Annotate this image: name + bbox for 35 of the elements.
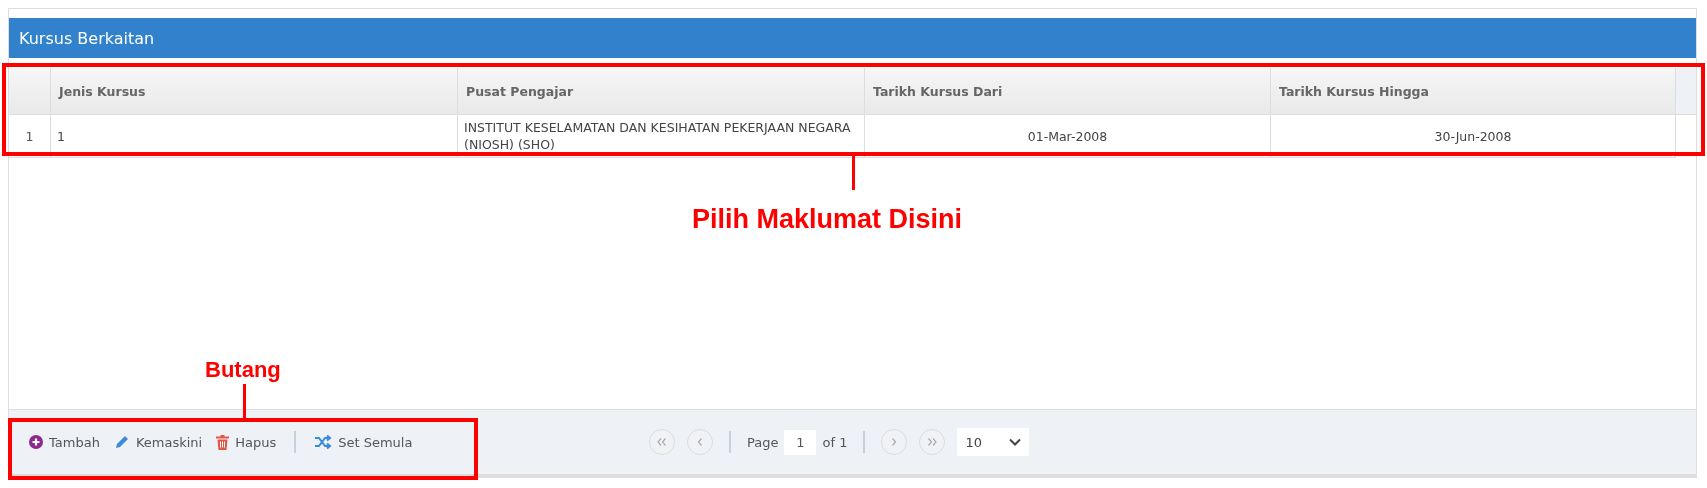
annotation-label: Pilih Maklumat Disini — [692, 204, 963, 235]
scrollbar-header — [1676, 68, 1696, 114]
column-header: Pusat Pengajar — [458, 68, 865, 114]
table-row[interactable]: 1 1 INSTITUT KESELAMATAN DAN KESIHATAN PEKERJAAN NEGARA (NIOSH) (SHO) 01-Mar-2008 30-Jun-2008 — [9, 115, 1676, 158]
column-header: Jenis Kursus — [51, 68, 458, 114]
page-count: of 1 — [822, 434, 848, 450]
last-page-button[interactable] — [919, 429, 946, 455]
add-button[interactable]: Tambah — [29, 434, 100, 450]
double-chevron-right-icon — [927, 438, 938, 446]
first-page-button[interactable] — [649, 429, 675, 455]
pencil-icon — [113, 434, 130, 450]
leader-line — [852, 156, 855, 190]
trash-icon — [216, 434, 230, 450]
page-label: Page — [747, 434, 779, 450]
previous-page-button[interactable] — [687, 429, 713, 455]
chevron-down-icon — [1009, 438, 1022, 446]
shuffle-icon — [314, 435, 333, 449]
table-cell: 1 — [51, 115, 458, 157]
panel-title: Kursus Berkaitan — [19, 28, 155, 48]
plus-circle-icon — [29, 435, 43, 449]
chevron-left-icon — [697, 438, 703, 446]
row-number: 1 — [9, 115, 51, 157]
page-size-select[interactable]: 10 — [957, 428, 1030, 456]
double-chevron-left-icon — [657, 438, 667, 446]
page-input[interactable]: 1 — [784, 429, 817, 455]
next-page-button[interactable] — [881, 429, 908, 455]
leader-line — [243, 384, 246, 418]
table-cell: 30-Jun-2008 — [1271, 115, 1676, 157]
annotation-label: Butang — [205, 357, 281, 383]
table-cell: 01-Mar-2008 — [865, 115, 1271, 157]
chevron-right-icon — [891, 438, 898, 446]
column-header: Tarikh Kursus Dari — [865, 68, 1271, 114]
reset-button[interactable]: Set Semula — [314, 434, 413, 450]
edit-button[interactable]: Kemaskini — [113, 434, 203, 450]
delete-button[interactable]: Hapus — [216, 434, 277, 450]
